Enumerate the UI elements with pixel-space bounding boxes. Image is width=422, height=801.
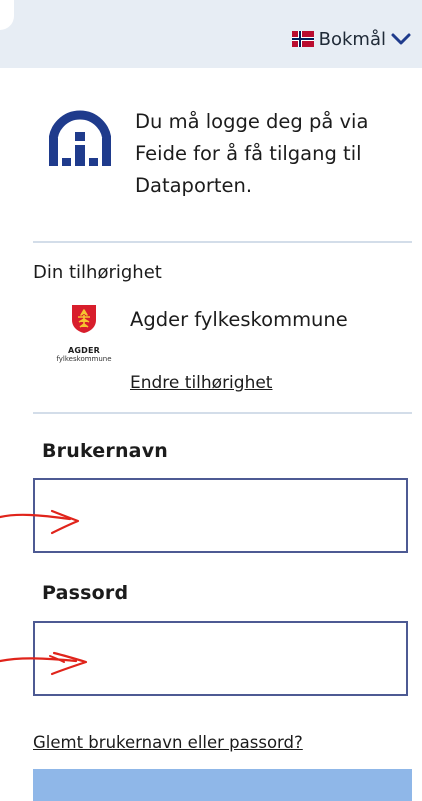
top-bar-corner [0, 0, 14, 30]
divider [33, 241, 412, 243]
language-selector[interactable]: Bokmål [291, 26, 412, 52]
username-label: Brukernavn [42, 440, 169, 462]
language-label: Bokmål [318, 28, 386, 50]
password-label: Passord [42, 582, 129, 604]
annotation-arrow-icon [0, 651, 88, 676]
change-affiliation-link[interactable]: Endre tilhørighet [130, 373, 272, 393]
login-page: Bokmål Du må logge deg på via Feide for … [0, 0, 422, 801]
annotation-arrow-icon [0, 509, 80, 535]
top-bar: Bokmål [0, 0, 422, 68]
intro-text: Du må logge deg på via Feide for å få ti… [135, 110, 369, 197]
affiliation-label: Din tilhørighet [33, 262, 162, 283]
affiliation-logo-name: AGDER [67, 346, 101, 355]
norway-flag-icon [291, 31, 314, 47]
affiliation-logo-subtitle: fylkeskommune [56, 355, 112, 363]
login-button[interactable] [33, 769, 412, 801]
agder-crest-icon [72, 305, 96, 333]
divider [33, 412, 412, 414]
affiliation-organization: Agder fylkeskommune [130, 308, 348, 331]
feide-logo [49, 110, 111, 166]
forgot-credentials-link[interactable]: Glemt brukernavn eller passord? [33, 733, 303, 752]
chevron-down-icon [391, 33, 411, 45]
